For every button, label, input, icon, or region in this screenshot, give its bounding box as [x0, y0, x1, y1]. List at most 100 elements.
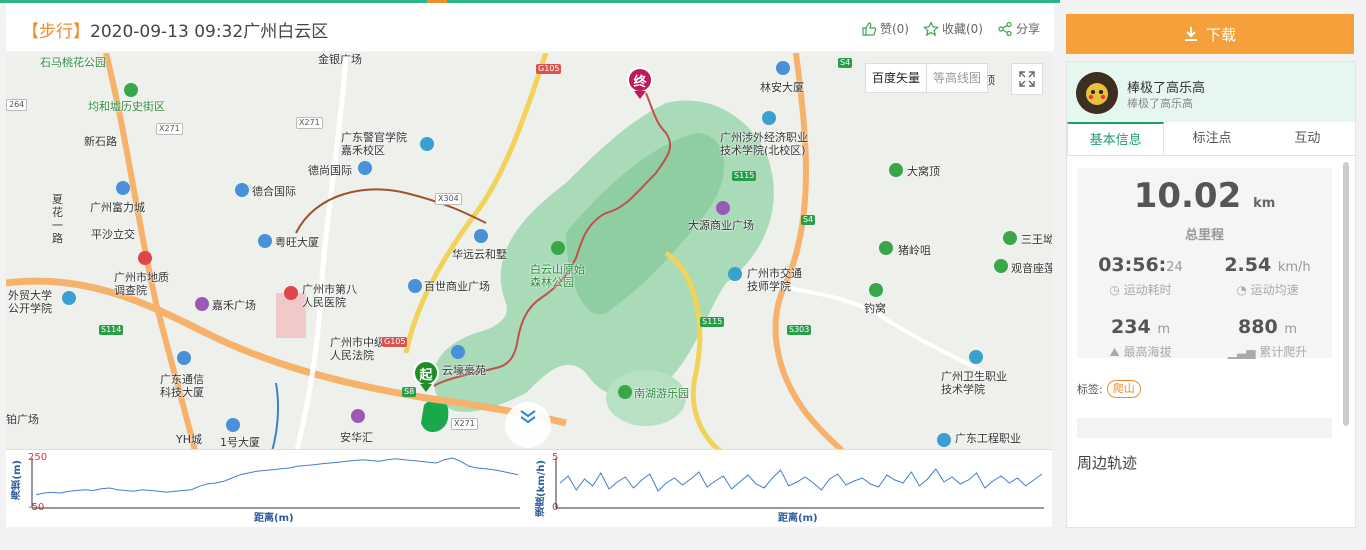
distance-unit: km [1253, 196, 1276, 211]
track-map[interactable]: 石马桃花公园 均和墟历史街区 新石路 广州富力城 夏 花 一 路 平沙立交 广州… [6, 53, 1052, 455]
map-label: YH城 [176, 433, 202, 446]
map-label: 1号大厦 [220, 436, 260, 449]
map-label: 广州富力城 [90, 201, 145, 214]
elevation-x-label: 距离(m) [254, 513, 294, 524]
map-label: 金银广场 [318, 53, 362, 66]
duration-seconds: 24 [1166, 260, 1183, 275]
track-actions: 赞(0) 收藏(0) 分享 [861, 20, 1040, 37]
road-tag: S114 [99, 325, 124, 335]
user-name[interactable]: 棒极了高乐高 [1127, 77, 1205, 96]
map-label: 广州卫生职业 技术学院 [941, 370, 1007, 396]
map-type-switch: 百度矢量 等高线图 [865, 63, 989, 93]
map-type-vector[interactable]: 百度矢量 [866, 64, 926, 92]
road-tag: G105 [536, 64, 562, 74]
map-label: 广东警官学院 嘉禾校区 [341, 131, 407, 157]
road-tag: G105 [382, 337, 408, 347]
mountain-poi-icon [879, 241, 893, 255]
charts-panel: 海拔(m) 250 -50 距离(m) 速度(km/h) 5 0 距离(m) [6, 449, 1052, 527]
road-tag: S303 [787, 325, 812, 335]
building-poi-icon [177, 351, 191, 365]
road-tag: X271 [296, 117, 323, 129]
speed-value: 2.54 [1224, 254, 1272, 276]
map-label: 德合国际 [252, 185, 296, 198]
school-poi-icon [937, 433, 951, 447]
road-tag: S115 [732, 171, 757, 181]
user-subtitle: 棒极了高乐高 [1127, 97, 1193, 110]
map-label: 钓窝 [864, 302, 886, 315]
road-tag: S4 [801, 215, 816, 225]
max-alt-value: 234 [1111, 316, 1151, 338]
building-poi-icon [776, 61, 790, 75]
elevation-chart: 海拔(m) 250 -50 距离(m) [6, 450, 530, 528]
info-sidebar: 下载 棒极了高乐高 棒极了高乐高 基本信息 标注点 互动 10.02 km 总里… [1066, 14, 1356, 528]
climb-label: 累计爬升 [1259, 345, 1308, 359]
map-label: 安华汇 [340, 431, 373, 444]
climb-value: 880 [1238, 316, 1278, 338]
building-poi-icon [408, 279, 422, 293]
road-tag: S115 [700, 317, 725, 327]
info-panel: 棒极了高乐高 棒极了高乐高 基本信息 标注点 互动 10.02 km 总里程 0… [1066, 61, 1356, 528]
building-poi-icon [226, 418, 240, 432]
hospital-poi-icon [284, 286, 298, 300]
download-button[interactable]: 下载 [1066, 14, 1354, 54]
tab-basic-info[interactable]: 基本信息 [1067, 122, 1165, 155]
map-label: 百世商业广场 [424, 280, 490, 293]
tag-row: 标签: 爬山 [1077, 380, 1141, 398]
tab-interaction[interactable]: 互动 [1260, 122, 1355, 155]
map-label: 铂广场 [6, 413, 39, 426]
duration-label: 运动耗时 [1123, 283, 1172, 297]
government-poi-icon [138, 251, 152, 265]
school-poi-icon [762, 111, 776, 125]
tab-annotations[interactable]: 标注点 [1164, 122, 1259, 155]
activity-type-tag: 【步行】 [22, 22, 90, 42]
favorite-button[interactable]: 收藏(0) [922, 20, 983, 37]
map-label: 广州市中级 人民法院 [330, 336, 385, 362]
avatar[interactable] [1076, 72, 1118, 114]
track-start-marker[interactable]: 起 [413, 360, 439, 392]
building-poi-icon [258, 234, 272, 248]
mountain-poi-icon [994, 259, 1008, 273]
collapse-charts-button[interactable] [505, 402, 551, 448]
school-poi-icon [969, 350, 983, 364]
track-end-marker[interactable]: 终 [627, 67, 653, 99]
road-tag: X271 [156, 123, 183, 135]
download-icon [1184, 27, 1197, 41]
share-icon [998, 21, 1012, 36]
building-poi-icon [358, 161, 372, 175]
road-tag: X304 [435, 193, 462, 205]
map-type-contour[interactable]: 等高线图 [926, 64, 987, 92]
map-label: 大窝顶 [907, 165, 940, 178]
climb-stat: 880 m ▁▃▅ 累计爬升 [1204, 316, 1331, 360]
total-distance: 10.02 km [1077, 176, 1332, 216]
map-label: 广州涉外经济职业 技术学院(北校区) [720, 131, 808, 157]
map-label: 大源商业广场 [688, 219, 754, 232]
school-poi-icon [62, 291, 76, 305]
tag-chip-hiking[interactable]: 爬山 [1106, 380, 1141, 398]
map-label: 广州市第八 人民医院 [302, 283, 357, 309]
road-tag: S4 [838, 58, 853, 68]
user-card[interactable]: 棒极了高乐高 棒极了高乐高 [1067, 62, 1355, 122]
distance-value: 10.02 [1133, 176, 1242, 216]
info-tabs: 基本信息 标注点 互动 [1067, 122, 1355, 156]
shopping-poi-icon [351, 409, 365, 423]
river [270, 382, 280, 455]
expand-icon [1019, 71, 1035, 87]
distance-label: 总里程 [1184, 228, 1224, 243]
map-label: 均和墟历史街区 [88, 100, 165, 113]
track-header: 【步行】2020-09-13 09:32广州白云区 赞(0) 收藏(0) 分享 [6, 3, 1054, 51]
speed-x-label: 距离(m) [778, 513, 818, 524]
road-x271 [293, 53, 349, 455]
fullscreen-button[interactable] [1011, 63, 1043, 95]
like-button[interactable]: 赞(0) [861, 20, 909, 37]
map-label: 夏 花 一 路 [52, 193, 63, 245]
map-label: 新石路 [84, 135, 117, 148]
expressway-s4 [772, 53, 849, 455]
sidebar-scrollbar[interactable] [1343, 162, 1349, 426]
share-button[interactable]: 分享 [997, 20, 1040, 37]
park-poi-icon [618, 385, 632, 399]
duration-value: 03:56: [1098, 254, 1167, 276]
max-alt-label: 最高海拔 [1123, 345, 1172, 359]
map-label: 观音座莲 [1011, 262, 1052, 275]
map-label: 猪岭咀 [898, 244, 931, 257]
map-label: 广东通信 科技大厦 [160, 373, 204, 399]
